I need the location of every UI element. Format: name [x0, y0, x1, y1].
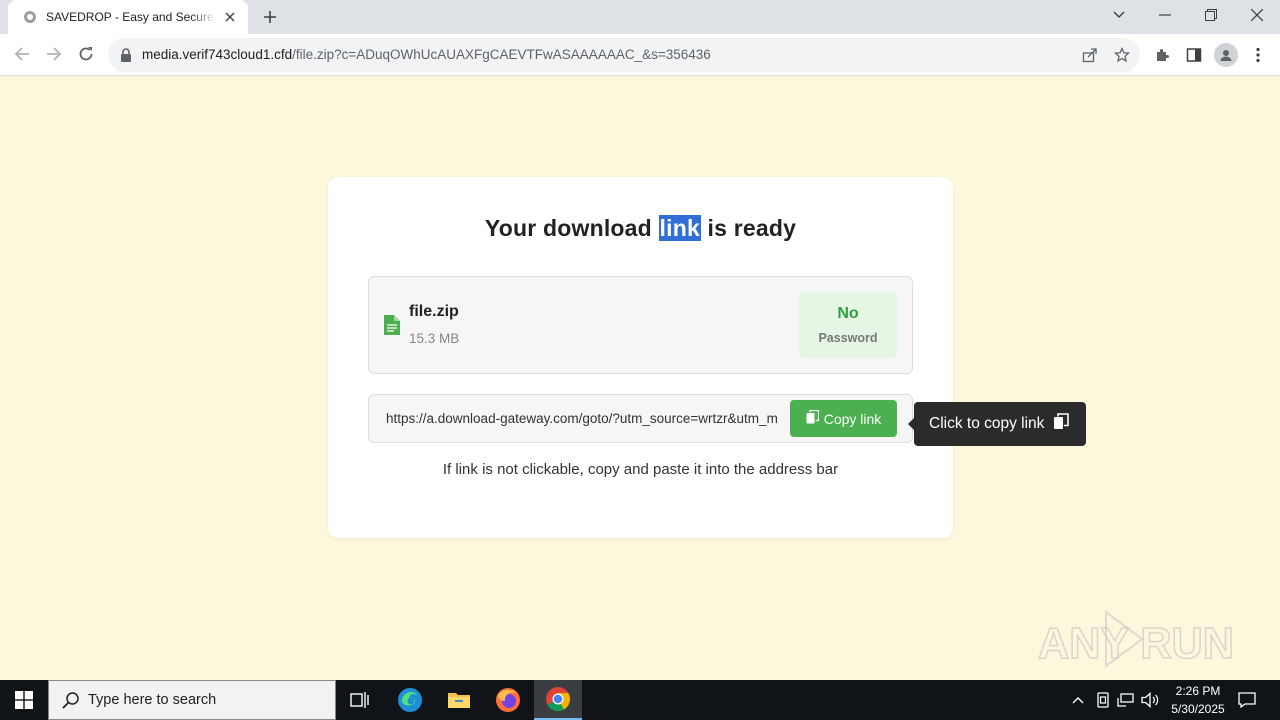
taskbar-chrome[interactable] — [534, 680, 582, 720]
file-info-box: file.zip 15.3 MB No Password — [368, 276, 913, 374]
tab-search-chevron-down-icon[interactable] — [1096, 0, 1142, 30]
new-tab-button[interactable] — [258, 7, 282, 27]
copy-tooltip: Click to copy link — [908, 402, 1086, 446]
favicon-icon — [22, 9, 38, 25]
windows-logo-icon — [15, 691, 33, 709]
download-link-box: https://a.download-gateway.com/goto/?utm… — [368, 394, 913, 443]
minimize-button[interactable] — [1142, 0, 1188, 30]
browser-toolbar: media.verif743cloud1.cfd/file.zip?c=ADuq… — [0, 34, 1280, 76]
close-icon[interactable] — [222, 9, 238, 25]
clock-date: 5/30/2025 — [1171, 702, 1225, 716]
tray-chevron-up-icon[interactable] — [1068, 690, 1088, 710]
anyrun-watermark: ANY RUN — [1037, 606, 1238, 672]
notification-center-icon[interactable] — [1237, 690, 1257, 710]
chrome-icon — [546, 687, 570, 712]
copy-icon — [806, 409, 819, 427]
taskbar-edge[interactable] — [386, 680, 434, 720]
taskbar-search-box[interactable]: Type here to search — [48, 680, 336, 720]
menu-kebab-icon[interactable] — [1246, 43, 1270, 67]
taskbar-file-explorer[interactable] — [435, 680, 483, 720]
tab-strip: SAVEDROP - Easy and Secure File — [0, 0, 1280, 34]
search-placeholder: Type here to search — [88, 692, 217, 708]
address-bar[interactable]: media.verif743cloud1.cfd/file.zip?c=ADuq… — [108, 38, 1140, 72]
extensions-puzzle-icon[interactable] — [1150, 43, 1174, 67]
headline-text-start: Your download — [484, 215, 659, 241]
page-title: Your download link is ready — [328, 215, 953, 242]
copy-icon — [1053, 413, 1070, 435]
file-name: file.zip — [409, 303, 459, 320]
copy-link-label: Copy link — [823, 410, 882, 427]
restore-button[interactable] — [1188, 0, 1234, 30]
password-label: Password — [818, 331, 878, 345]
file-document-icon — [384, 315, 400, 335]
taskbar-firefox[interactable] — [484, 680, 532, 720]
firefox-icon — [496, 688, 520, 712]
bookmark-star-icon[interactable] — [1112, 45, 1132, 65]
tooltip-text: Click to copy link — [929, 415, 1045, 432]
folder-icon — [448, 693, 470, 708]
taskbar-clock[interactable]: 2:26 PM 5/30/2025 — [1162, 682, 1234, 718]
task-view-icon — [350, 692, 369, 708]
password-value: No — [837, 305, 859, 322]
forward-button[interactable] — [39, 39, 69, 69]
network-icon[interactable] — [1116, 690, 1136, 710]
task-view-button[interactable] — [336, 680, 384, 720]
lock-icon[interactable] — [120, 48, 132, 62]
profile-avatar-icon[interactable] — [1214, 43, 1238, 67]
url-text[interactable]: media.verif743cloud1.cfd/file.zip?c=ADuq… — [142, 38, 711, 72]
url-host: media.verif743cloud1.cfd — [142, 47, 293, 62]
reload-button[interactable] — [71, 39, 101, 69]
network-adapter-icon[interactable] — [1093, 690, 1113, 710]
file-size: 15.3 MB — [409, 331, 460, 346]
search-icon — [61, 690, 81, 710]
taskbar: Type here to search 2:26 PM 5/30/2025 — [0, 680, 1280, 720]
back-button[interactable] — [7, 39, 37, 69]
download-link-text[interactable]: https://a.download-gateway.com/goto/?utm… — [386, 395, 791, 442]
start-button[interactable] — [0, 680, 48, 720]
side-panel-icon[interactable] — [1182, 43, 1206, 67]
browser-tab[interactable]: SAVEDROP - Easy and Secure File — [8, 0, 248, 34]
url-path: /file.zip?c=ADuqOWhUcAUAXFgCAEVTFwASAAAA… — [292, 47, 711, 62]
hint-text: If link is not clickable, copy and paste… — [442, 461, 839, 478]
clock-time: 2:26 PM — [1175, 684, 1221, 698]
download-card: Your download link is ready file.zip 15.… — [328, 177, 953, 538]
edge-icon — [398, 688, 422, 712]
headline-text-end: is ready — [700, 215, 797, 241]
headline-selected-text: link — [658, 215, 701, 241]
close-window-button[interactable] — [1234, 0, 1280, 30]
password-badge: No Password — [799, 292, 897, 358]
volume-icon[interactable] — [1140, 690, 1160, 710]
tab-title: SAVEDROP - Easy and Secure File — [46, 10, 216, 24]
share-icon[interactable] — [1080, 45, 1100, 65]
copy-link-button[interactable]: Copy link — [790, 400, 897, 437]
